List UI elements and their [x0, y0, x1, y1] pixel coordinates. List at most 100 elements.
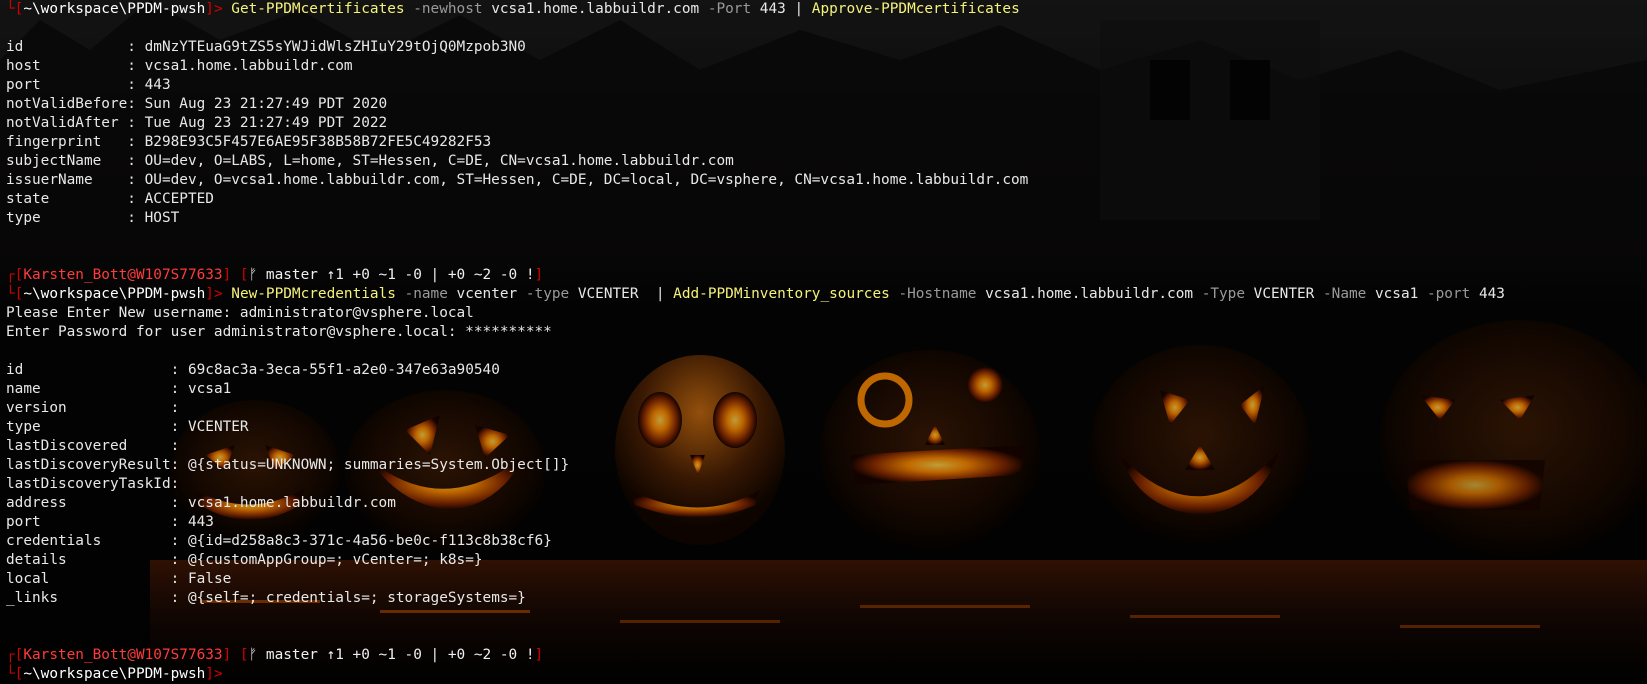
property-value: 69c8ac3a-3eca-55f1-a2e0-347e63a90540: [187, 362, 500, 378]
property-value: vcsa1.home.labbuildr.com: [144, 58, 353, 74]
command-token: Add-PPDMinventory_sources: [673, 286, 890, 302]
property-value: B298E93C5F457E6AE95F38B58B72FE5C49282F53: [144, 134, 492, 150]
property-row: type : HOST: [6, 209, 1641, 228]
property-row: credentials : @{id=d258a8c3-371c-4a56-be…: [6, 532, 1641, 551]
command-token: vcsa1.home.labbuildr.com: [976, 286, 1194, 302]
property-key: local: [6, 571, 171, 587]
property-key: subjectName: [6, 153, 128, 169]
property-key: lastDiscoveryResult: [6, 457, 171, 473]
property-separator: :: [170, 514, 188, 530]
prompt-bracket: └[: [6, 1, 24, 17]
prompt-user-host: Karsten_Bott@W107S77633: [23, 647, 223, 663]
property-separator: :: [127, 39, 145, 55]
property-row: type : VCENTER: [6, 418, 1641, 437]
property-separator: :: [170, 438, 188, 454]
output-line: Enter Password for user administrator@vs…: [6, 323, 1641, 342]
property-key: fingerprint: [6, 134, 128, 150]
property-row: local : False: [6, 570, 1641, 589]
property-value: dmNzYTEuaG9tZS5sYWJidWlsZHIuY29tOjQ0Mzpo…: [144, 39, 526, 55]
command-token: |: [785, 1, 812, 17]
command-token: vcsa1: [1366, 286, 1419, 302]
prompt-arrow: ]>: [205, 1, 232, 17]
property-key: port: [6, 514, 171, 530]
property-value: @{id=d258a8c3-371c-4a56-be0c-f113c8b38cf…: [187, 533, 552, 549]
property-row: fingerprint : B298E93C5F457E6AE95F38B58B…: [6, 133, 1641, 152]
property-key: notValidBefore: [6, 96, 128, 112]
property-value: False: [187, 571, 232, 587]
prompt-path: ~\workspace\PPDM-pwsh: [23, 1, 206, 17]
property-row: notValidBefore: Sun Aug 23 21:27:49 PDT …: [6, 95, 1641, 114]
property-key: port: [6, 77, 128, 93]
property-separator: :: [170, 533, 188, 549]
property-key: type: [6, 210, 128, 226]
output-line: Please Enter New username: administrator…: [6, 304, 1641, 323]
command-token: Get-PPDMcertificates: [231, 1, 405, 17]
property-row: port : 443: [6, 513, 1641, 532]
property-key: id: [6, 39, 128, 55]
property-row: id : 69c8ac3a-3eca-55f1-a2e0-347e63a9054…: [6, 361, 1641, 380]
property-value: 443: [187, 514, 214, 530]
property-value: ACCEPTED: [144, 191, 214, 207]
prompt-command-line: └[~\workspace\PPDM-pwsh]>: [6, 665, 1641, 684]
property-key: id: [6, 362, 171, 378]
command-token: -Type: [1193, 286, 1246, 302]
command-token: VCENTER: [569, 286, 648, 302]
prompt-bracket: ]: [534, 267, 544, 283]
property-key: lastDiscoveryTaskId: [6, 476, 171, 492]
command-token: -Hostname: [889, 286, 977, 302]
property-separator: :: [170, 419, 188, 435]
property-value: VCENTER: [187, 419, 249, 435]
property-row: issuerName : OU=dev, O=vcsa1.home.labbui…: [6, 171, 1641, 190]
prompt-bracket: ┌[: [6, 647, 24, 663]
property-value: @{self=; credentials=; storageSystems=}: [187, 590, 526, 606]
property-separator: :: [170, 571, 188, 587]
command-token: -Name: [1314, 286, 1367, 302]
property-value: Sun Aug 23 21:27:49 PDT 2020: [144, 96, 388, 112]
property-key: name: [6, 381, 171, 397]
prompt-arrow: ]>: [205, 666, 232, 682]
command-token: vcenter: [447, 286, 518, 302]
property-key: lastDiscovered: [6, 438, 171, 454]
command-token: Approve-PPDMcertificates: [811, 1, 1020, 17]
prompt-arrow: ]>: [205, 286, 232, 302]
property-separator: :: [170, 590, 188, 606]
prompt-user-host: Karsten_Bott@W107S77633: [23, 267, 223, 283]
property-key: notValidAfter: [6, 115, 128, 131]
property-row: lastDiscovered :: [6, 437, 1641, 456]
property-separator: :: [170, 381, 188, 397]
command-token: -newhost: [404, 1, 483, 17]
property-key: issuerName: [6, 172, 128, 188]
property-key: state: [6, 191, 128, 207]
property-value: OU=dev, O=LABS, L=home, ST=Hessen, C=DE,…: [144, 153, 734, 169]
prompt-command-line: └[~\workspace\PPDM-pwsh]> New-PPDMcreden…: [6, 285, 1641, 304]
prompt-status-line: ┌[Karsten_Bott@W107S77633] [ᚠ master ↑1 …: [6, 266, 1641, 285]
property-separator: :: [127, 77, 145, 93]
prompt-bracket: └[: [6, 286, 24, 302]
property-separator: :: [127, 191, 145, 207]
command-token: VCENTER: [1245, 286, 1315, 302]
prompt-status-line: ┌[Karsten_Bott@W107S77633] [ᚠ master ↑1 …: [6, 646, 1641, 665]
property-separator: :: [170, 552, 188, 568]
prompt-path: ~\workspace\PPDM-pwsh: [23, 666, 206, 682]
property-key: address: [6, 495, 171, 511]
property-separator: :: [127, 210, 145, 226]
prompt-bracket: ] [: [222, 267, 249, 283]
git-status: ᚠ master ↑1 +0 ~1 -0 | +0 ~2 -0 !: [248, 267, 535, 283]
property-row: details : @{customAppGroup=; vCenter=; k…: [6, 551, 1641, 570]
property-row: name : vcsa1: [6, 380, 1641, 399]
terminal-output[interactable]: └[~\workspace\PPDM-pwsh]> Get-PPDMcertif…: [0, 0, 1647, 684]
git-status: ᚠ master ↑1 +0 ~1 -0 | +0 ~2 -0 !: [248, 647, 535, 663]
output-text: Enter Password for user administrator@vs…: [6, 324, 552, 340]
property-row: version :: [6, 399, 1641, 418]
property-separator: :: [170, 495, 188, 511]
command-token: -type: [517, 286, 570, 302]
property-separator: :: [170, 400, 188, 416]
command-token: -Port: [699, 1, 752, 17]
property-separator: :: [127, 134, 145, 150]
property-key: host: [6, 58, 128, 74]
property-key: _links: [6, 590, 171, 606]
prompt-bracket: └[: [6, 666, 24, 682]
